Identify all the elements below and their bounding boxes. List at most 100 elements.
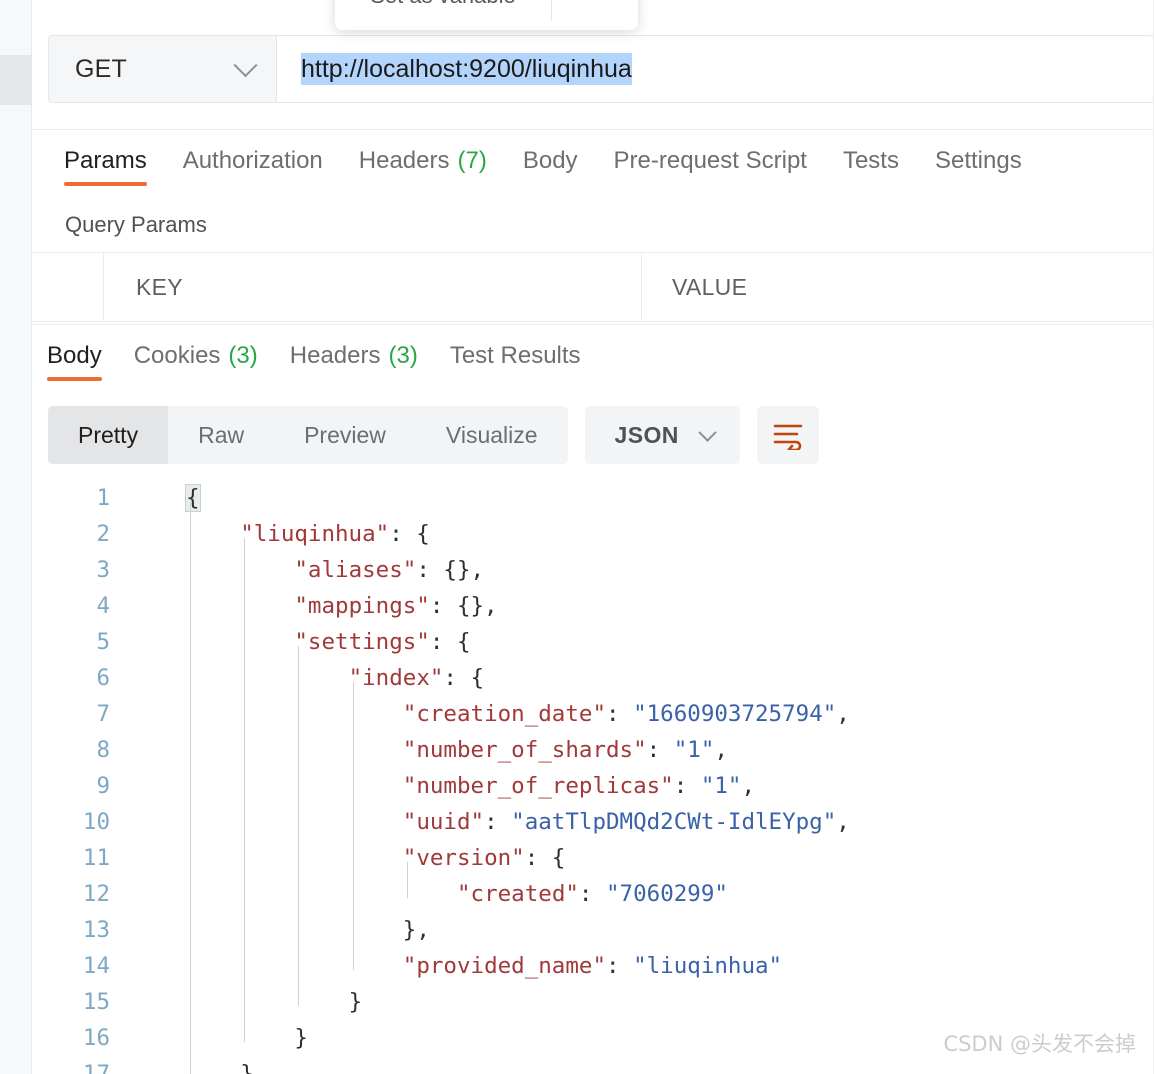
request-bar: Set as variable GET http://localhost:920… xyxy=(32,0,1154,130)
tab-count-badge: (3) xyxy=(388,342,418,369)
active-tab-indicator xyxy=(47,377,102,381)
tab-label: Pre-request Script xyxy=(613,147,807,174)
tab-label: Tests xyxy=(842,147,899,174)
code-content: "creation_date": "1660903725794", xyxy=(403,701,850,727)
code-line: 2 "liuqinhua": { xyxy=(32,516,1154,552)
set-as-variable-label[interactable]: Set as variable xyxy=(335,0,551,17)
request-tab-params[interactable]: Params xyxy=(64,130,147,192)
response-format-select[interactable]: JSON xyxy=(584,406,740,464)
request-tab-body[interactable]: Body xyxy=(523,130,578,192)
tab-label: Body xyxy=(47,342,102,369)
tab-label: Cookies xyxy=(133,342,221,369)
code-content: "liuqinhua": { xyxy=(240,521,430,547)
response-tab-body[interactable]: Body xyxy=(47,325,102,387)
json-punct: : { xyxy=(429,629,471,655)
json-string: "liuqinhua" xyxy=(633,953,783,979)
code-content: "number_of_shards": "1", xyxy=(403,737,728,763)
json-punct: : xyxy=(578,881,607,907)
line-number: 15 xyxy=(82,989,110,1015)
code-content: "version": { xyxy=(403,845,566,871)
url-input[interactable]: http://localhost:9200/liuqinhua xyxy=(277,36,1153,102)
code-line: 15} xyxy=(32,984,1154,1020)
json-key: "uuid" xyxy=(402,809,485,835)
code-content: "provided_name": "liuqinhua" xyxy=(403,953,782,979)
set-as-variable-popup[interactable]: Set as variable xyxy=(335,0,638,30)
json-key: "provided_name" xyxy=(402,953,606,979)
params-key-column[interactable]: KEY xyxy=(104,253,642,321)
query-params-title: Query Params xyxy=(32,198,1154,252)
view-mode-preview[interactable]: Preview xyxy=(274,406,416,464)
request-tab-authorization[interactable]: Authorization xyxy=(183,130,323,192)
url-row: GET http://localhost:9200/liuqinhua xyxy=(48,35,1154,103)
active-tab-indicator xyxy=(64,182,147,186)
line-number: 8 xyxy=(96,737,110,763)
tab-label: Authorization xyxy=(182,147,323,174)
json-punct: }, xyxy=(402,917,430,943)
code-content: } xyxy=(349,989,363,1015)
code-content: "aliases": {}, xyxy=(294,557,484,583)
json-key: "settings" xyxy=(294,629,430,655)
json-punct: } xyxy=(240,1061,254,1074)
code-content: "index": { xyxy=(349,665,484,691)
response-body-code[interactable]: 1{2 "liuqinhua": {3 "aliases": {}, 4 "mappin… xyxy=(32,480,1154,1074)
line-number: 10 xyxy=(82,809,110,835)
request-tab-headers[interactable]: Headers (7) xyxy=(359,130,487,192)
json-key: "version" xyxy=(402,845,525,871)
indent-guide xyxy=(406,862,408,898)
chevron-down-icon xyxy=(233,52,258,77)
params-value-column[interactable]: VALUE xyxy=(642,253,1154,321)
code-content: } xyxy=(294,1025,308,1051)
line-number: 4 xyxy=(96,593,110,619)
http-method-select[interactable]: GET xyxy=(49,36,277,102)
json-punct: } xyxy=(348,989,363,1015)
json-key: "number_of_shards" xyxy=(402,737,647,763)
json-punct: : {}, xyxy=(416,557,485,583)
request-tab-settings[interactable]: Settings xyxy=(935,130,1022,192)
json-punct: : xyxy=(484,809,512,835)
json-punct: : { xyxy=(389,521,430,547)
view-mode-visualize[interactable]: Visualize xyxy=(416,406,568,464)
line-number: 14 xyxy=(82,953,110,979)
json-punct: : xyxy=(606,701,634,727)
response-tab-headers[interactable]: Headers (3) xyxy=(290,325,418,387)
response-tabs: Body Cookies (3) Headers (3) Test Results xyxy=(32,324,1154,388)
code-content: } xyxy=(240,1061,254,1074)
ellipsis-icon[interactable] xyxy=(552,0,638,9)
tab-label: Test Results xyxy=(449,342,581,369)
json-key: "number_of_replicas" xyxy=(402,773,674,799)
tab-label: Headers xyxy=(289,342,381,369)
code-content: { xyxy=(185,484,201,512)
tab-label: Settings xyxy=(934,147,1022,174)
json-punct: , xyxy=(741,773,756,799)
json-key: "mappings" xyxy=(294,593,430,619)
code-line: 13}, xyxy=(32,912,1154,948)
wrap-lines-button[interactable] xyxy=(756,406,819,464)
line-number: 6 xyxy=(96,665,110,691)
json-string: "aatTlpDMQd2CWt-IdlEYpg" xyxy=(511,809,837,835)
request-tab-tests[interactable]: Tests xyxy=(843,130,899,192)
column-header-key: KEY xyxy=(136,273,183,300)
response-tab-cookies[interactable]: Cookies (3) xyxy=(134,325,258,387)
params-checkbox-column xyxy=(32,253,104,321)
tab-label: Headers xyxy=(358,147,450,174)
indent-guide xyxy=(352,682,354,970)
json-punct: : xyxy=(606,953,634,979)
code-line: 12 "created": "7060299" xyxy=(32,876,1154,912)
code-line: 17} xyxy=(32,1056,1154,1074)
view-mode-pretty[interactable]: Pretty xyxy=(48,406,169,464)
json-punct: , xyxy=(714,737,728,763)
chevron-down-icon xyxy=(698,422,717,442)
request-tab-pre-request-script[interactable]: Pre-request Script xyxy=(614,130,807,192)
line-number: 11 xyxy=(82,845,110,871)
tab-label: Body xyxy=(522,147,578,174)
sidebar-collapse-handle[interactable] xyxy=(0,55,32,105)
response-tab-test-results[interactable]: Test Results xyxy=(450,325,581,387)
code-line: 5 "settings": { xyxy=(32,624,1154,660)
response-toolbar: Pretty Raw Preview Visualize JSON xyxy=(32,396,1154,474)
json-punct: : {}, xyxy=(429,593,498,619)
view-mode-raw[interactable]: Raw xyxy=(168,406,274,464)
json-key: "aliases" xyxy=(294,557,417,583)
watermark: CSDN @头发不会掉 xyxy=(943,1032,1136,1056)
code-line: 4 "mappings": {}, xyxy=(32,588,1154,624)
code-line: 3 "aliases": {}, xyxy=(32,552,1154,588)
